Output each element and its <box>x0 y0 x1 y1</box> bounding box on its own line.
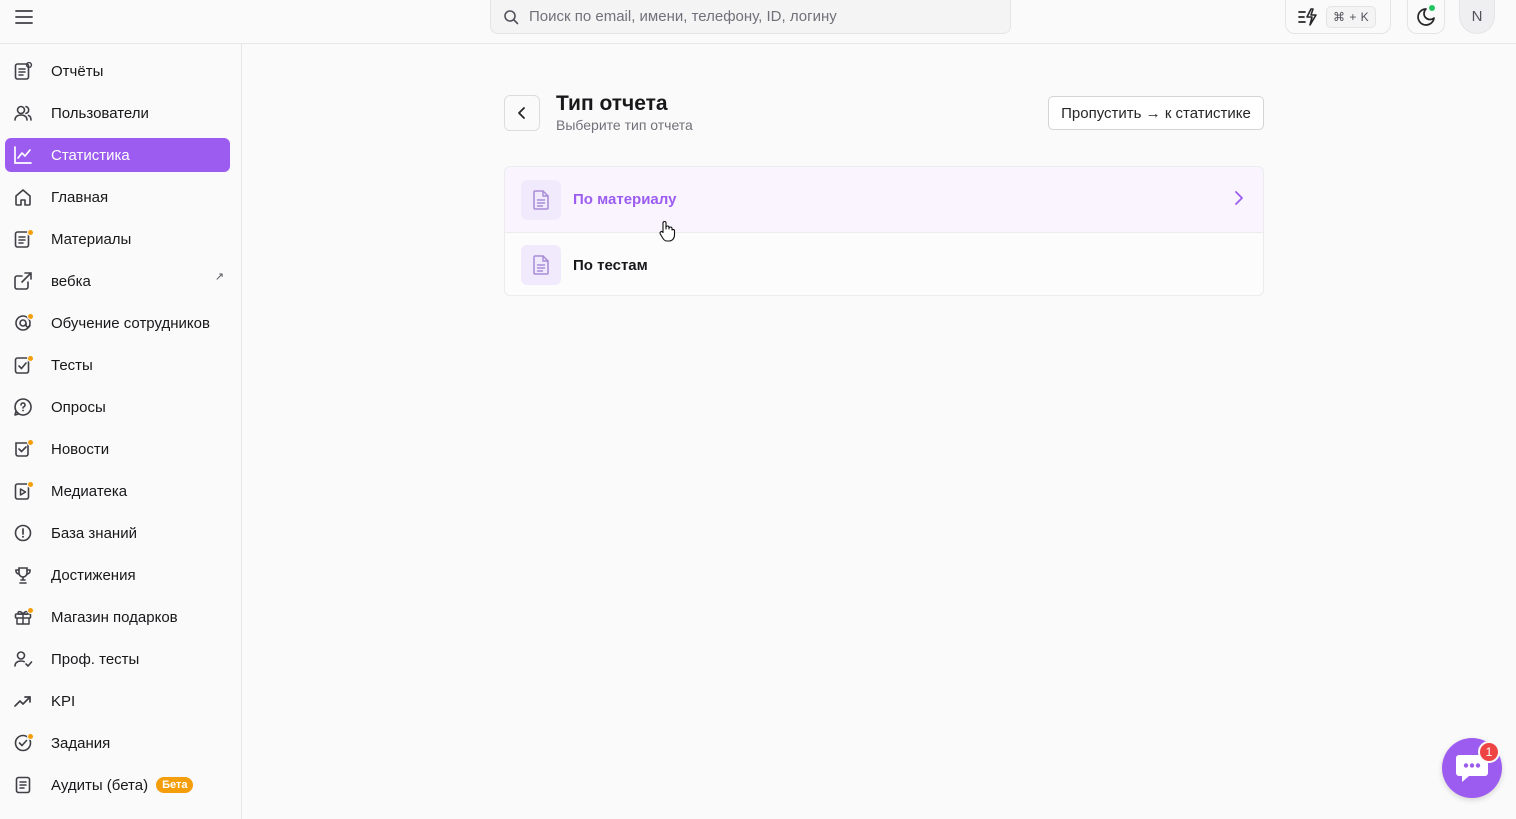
tests-icon <box>13 355 34 375</box>
sidebar-item-label: Аудиты (бета) <box>51 776 149 794</box>
online-indicator <box>1428 4 1436 12</box>
notification-dot <box>27 229 34 236</box>
search-input[interactable] <box>529 8 989 25</box>
shortcut-hint: ⌘ + K <box>1326 5 1377 28</box>
sidebar-item-kpi[interactable]: KPI <box>5 684 230 718</box>
sidebar-item-media[interactable]: Медиатека <box>5 474 230 508</box>
audit-icon <box>13 775 33 795</box>
sidebar-item-label: База знаний <box>51 524 137 542</box>
report-type-by-tests[interactable]: По тестам <box>505 232 1263 295</box>
notification-dot <box>27 313 34 320</box>
lightning-list-icon <box>1298 7 1318 26</box>
report-type-list: По материалу По тестам <box>504 166 1264 296</box>
survey-icon <box>13 397 33 417</box>
sidebar-item-surveys[interactable]: Опросы <box>5 390 230 424</box>
sidebar-item-news[interactable]: Новости <box>5 432 230 466</box>
sidebar-item-tests[interactable]: Тесты <box>5 348 230 382</box>
document-icon <box>521 245 561 285</box>
sidebar-item-gift-shop[interactable]: Магазин подарков <box>5 600 230 634</box>
chat-unread-badge: 1 <box>1478 741 1500 763</box>
sidebar-item-home[interactable]: Главная <box>5 180 230 214</box>
sidebar-item-training[interactable]: Обучение сотрудников <box>5 306 230 340</box>
notification-dot <box>27 481 34 488</box>
top-bar: ⌘ + K N <box>0 0 1516 44</box>
page-title: Тип отчета <box>556 92 668 115</box>
search-box[interactable] <box>490 0 1011 34</box>
sidebar-item-knowledge-base[interactable]: База знаний <box>5 516 230 550</box>
report-type-label: По тестам <box>573 256 648 274</box>
sidebar-item-achievements[interactable]: Достижения <box>5 558 230 592</box>
notification-dot <box>27 607 34 614</box>
sidebar: Отчёты Пользователи Статистика Главная М… <box>0 44 242 819</box>
sidebar-item-label: Статистика <box>51 146 130 164</box>
beta-badge: Бета <box>156 777 194 793</box>
sidebar-item-webka[interactable]: вебка ↗ <box>5 264 230 298</box>
notification-dot <box>27 355 34 362</box>
pointer-cursor-icon <box>658 220 676 242</box>
sidebar-item-label: Проф. тесты <box>51 650 140 668</box>
sidebar-item-label: Отчёты <box>51 62 104 80</box>
search-icon <box>503 9 519 25</box>
notification-dot <box>27 439 34 446</box>
prof-tests-icon <box>13 649 33 669</box>
knowledge-icon <box>13 523 33 543</box>
home-icon <box>13 187 33 207</box>
notification-dot <box>27 733 34 740</box>
external-arrow-icon: ↗ <box>214 271 224 283</box>
sidebar-item-label: Новости <box>51 440 110 458</box>
report-icon <box>13 61 33 81</box>
tasks-icon <box>13 733 34 753</box>
sidebar-item-users[interactable]: Пользователи <box>5 96 230 130</box>
sidebar-item-label: Главная <box>51 188 109 206</box>
sidebar-item-label: Достижения <box>51 566 136 584</box>
sidebar-nav: Отчёты Пользователи Статистика Главная М… <box>5 54 230 810</box>
sidebar-item-statistics[interactable]: Статистика <box>5 138 230 172</box>
chevron-right-icon <box>1233 189 1245 207</box>
back-button[interactable] <box>504 95 540 131</box>
sidebar-item-prof-tests[interactable]: Проф. тесты <box>5 642 230 676</box>
page-subtitle: Выберите тип отчета <box>556 117 693 133</box>
quick-actions-button[interactable]: ⌘ + K <box>1285 0 1391 34</box>
skip-to-statistics-button[interactable]: Пропустить → к статистике <box>1048 96 1264 130</box>
sidebar-item-audits[interactable]: Аудиты (бета) Бета <box>5 768 230 802</box>
sidebar-item-label: Материалы <box>51 230 132 248</box>
chart-line-icon <box>13 145 33 165</box>
media-icon <box>13 481 34 501</box>
document-icon <box>521 179 561 220</box>
news-icon <box>13 439 34 459</box>
trophy-icon <box>13 565 33 585</box>
materials-icon <box>13 229 34 249</box>
sidebar-item-reports[interactable]: Отчёты <box>5 54 230 88</box>
sidebar-item-label: Магазин подарков <box>51 608 178 626</box>
trend-up-icon <box>13 691 33 711</box>
chevron-left-icon <box>515 106 529 120</box>
avatar[interactable]: N <box>1459 0 1495 34</box>
sidebar-item-label: Медиатека <box>51 482 128 500</box>
users-icon <box>13 103 33 123</box>
theme-toggle-button[interactable] <box>1407 0 1445 34</box>
sidebar-item-label: Тесты <box>51 356 93 374</box>
report-type-by-material[interactable]: По материалу <box>505 167 1263 232</box>
sidebar-item-tasks[interactable]: Задания <box>5 726 230 760</box>
sidebar-item-label: Опросы <box>51 398 106 416</box>
sidebar-item-label: Задания <box>51 734 111 752</box>
gift-icon <box>13 607 34 627</box>
sidebar-item-label: вебка <box>51 272 91 290</box>
sidebar-item-label: Обучение сотрудников <box>51 314 210 332</box>
menu-icon[interactable] <box>12 6 36 28</box>
training-icon <box>13 313 34 333</box>
sidebar-item-label: Пользователи <box>51 104 149 122</box>
report-type-label: По материалу <box>573 191 677 208</box>
sidebar-item-label: KPI <box>51 692 76 710</box>
sidebar-item-materials[interactable]: Материалы <box>5 222 230 256</box>
external-link-icon <box>13 271 33 291</box>
